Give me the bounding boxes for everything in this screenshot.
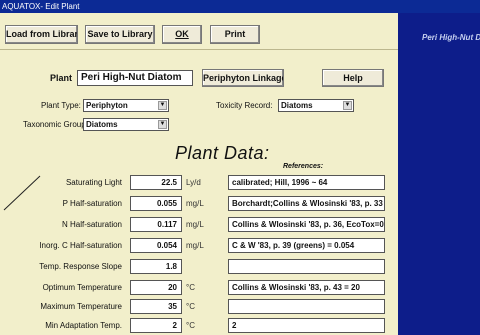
- param-unit: mg/L: [186, 220, 204, 229]
- print-label: Print: [224, 29, 246, 39]
- param-value-field[interactable]: 1.8: [130, 259, 182, 274]
- param-label: Maximum Temperature: [40, 302, 122, 311]
- param-label: N Half-saturation: [61, 220, 122, 229]
- param-reference-field[interactable]: Collins & Wlosinski '83, p. 43 = 20: [228, 280, 385, 295]
- param-value-field[interactable]: 0.117: [130, 217, 182, 232]
- param-reference-field[interactable]: Borchardt;Collins & Wlosinski '83, p. 33…: [228, 196, 385, 211]
- chevron-down-icon: ▼: [158, 120, 167, 129]
- param-reference-field[interactable]: C & W '83, p. 39 (greens) = 0.054: [228, 238, 385, 253]
- side-panel: Peri High-Nut Di: [398, 13, 480, 335]
- param-reference-field[interactable]: Collins & Wlosinski '83, p. 36, EcoTox=0…: [228, 217, 385, 232]
- plant-header-row: Plant Peri High-Nut Diatom Periphyton Li…: [0, 63, 398, 93]
- periphyton-linkage-label: Periphyton Linkage: [203, 73, 284, 83]
- side-panel-plant-name: Peri High-Nut Di: [422, 33, 480, 42]
- param-row: P Half-saturation 0.055 mg/L Borchardt;C…: [0, 196, 398, 213]
- param-row: Maximum Temperature 35 °C: [0, 299, 398, 316]
- load-from-library-label: Load from Library: [6, 29, 78, 39]
- param-row: Min Adaptation Temp. 2 °C 2: [0, 318, 398, 335]
- param-value-field[interactable]: 20: [130, 280, 182, 295]
- section-title: Plant Data:: [175, 143, 270, 163]
- param-row: Temp. Response Slope 1.8: [0, 259, 398, 276]
- param-unit: mg/L: [186, 241, 204, 250]
- save-to-library-label: Save to Library: [87, 29, 153, 39]
- param-label: Saturating Light: [65, 178, 122, 187]
- param-label: Inorg. C Half-saturation: [39, 241, 122, 250]
- param-value-field[interactable]: 35: [130, 299, 182, 314]
- toxicity-record-label: Toxicity Record:: [216, 101, 273, 110]
- taxonomic-group-select[interactable]: Diatoms ▼: [83, 118, 169, 131]
- param-reference-field[interactable]: [228, 259, 385, 274]
- param-value-field[interactable]: 2: [130, 318, 182, 333]
- plant-type-select[interactable]: Periphyton ▼: [83, 99, 169, 112]
- toxicity-record-select[interactable]: Diatoms ▼: [278, 99, 354, 112]
- ok-label: OK: [175, 29, 189, 39]
- param-reference-field[interactable]: 2: [228, 318, 385, 333]
- plant-type-label: Plant Type:: [41, 101, 81, 110]
- param-unit: °C: [186, 321, 195, 330]
- param-row: Inorg. C Half-saturation 0.054 mg/L C & …: [0, 238, 398, 255]
- ok-button[interactable]: OK: [162, 25, 202, 44]
- plant-name-field[interactable]: Peri High-Nut Diatom: [77, 70, 193, 86]
- window-titlebar: AQUATOX- Edit Plant: [0, 0, 480, 13]
- print-button[interactable]: Print: [210, 25, 260, 44]
- param-reference-field[interactable]: calibrated; Hill, 1996 ~ 64: [228, 175, 385, 190]
- param-label: Optimum Temperature: [42, 283, 122, 292]
- param-label: P Half-saturation: [62, 199, 122, 208]
- load-from-library-button[interactable]: Load from Library: [5, 25, 78, 44]
- param-value-field[interactable]: 22.5: [130, 175, 182, 190]
- periphyton-linkage-button[interactable]: Periphyton Linkage: [202, 69, 284, 87]
- save-to-library-button[interactable]: Save to Library: [85, 25, 155, 44]
- param-label: Min Adaptation Temp.: [45, 321, 122, 330]
- references-title: References:: [283, 163, 324, 170]
- param-unit: °C: [186, 302, 195, 311]
- param-row: N Half-saturation 0.117 mg/L Collins & W…: [0, 217, 398, 234]
- plant-type-value: Periphyton: [86, 101, 128, 110]
- taxonomic-group-value: Diatoms: [86, 120, 118, 129]
- chevron-down-icon: ▼: [343, 101, 352, 110]
- param-row: Optimum Temperature 20 °C Collins & Wlos…: [0, 280, 398, 297]
- param-value-field[interactable]: 0.055: [130, 196, 182, 211]
- taxonomic-group-label: Taxonomic Group:: [23, 120, 88, 129]
- param-row: Saturating Light 22.5 Ly/d calibrated; H…: [0, 175, 398, 192]
- param-label: Temp. Response Slope: [39, 262, 122, 271]
- help-button[interactable]: Help: [322, 69, 384, 87]
- plant-label: Plant: [50, 73, 73, 83]
- param-unit: Ly/d: [186, 178, 201, 187]
- param-value-field[interactable]: 0.054: [130, 238, 182, 253]
- help-label: Help: [343, 73, 363, 83]
- param-reference-field[interactable]: [228, 299, 385, 314]
- param-unit: °C: [186, 283, 195, 292]
- param-unit: mg/L: [186, 199, 204, 208]
- toxicity-record-value: Diatoms: [281, 101, 313, 110]
- chevron-down-icon: ▼: [158, 101, 167, 110]
